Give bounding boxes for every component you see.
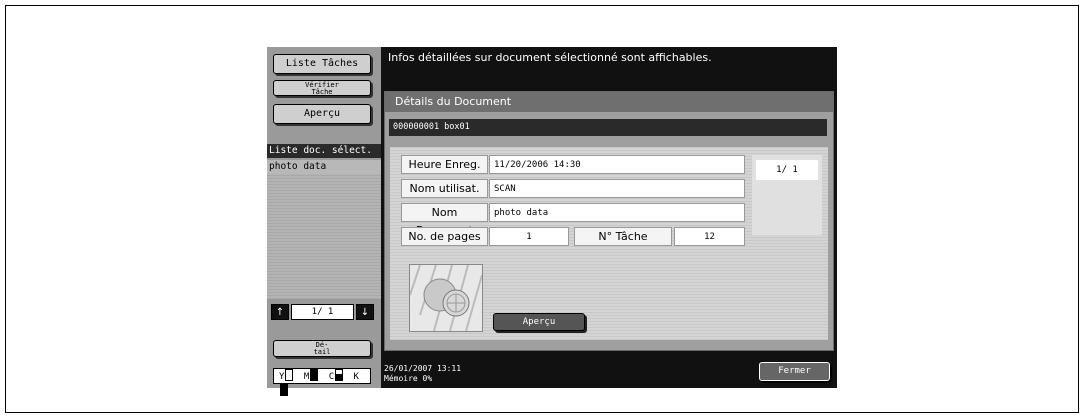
preview-button[interactable]: Aperçu bbox=[493, 313, 585, 331]
arrow-down-icon: ↓ bbox=[360, 307, 370, 318]
pages-value: 1 bbox=[489, 227, 569, 246]
details-area: Heure Enreg. 11/20/2006 14:30 Nom utilis… bbox=[390, 147, 828, 340]
verify-job-label-2: Tâche bbox=[311, 88, 333, 96]
document-thumbnail bbox=[409, 264, 483, 332]
doc-name-label: Nom Document bbox=[401, 203, 488, 237]
page-up-button[interactable]: ↑ bbox=[271, 304, 289, 320]
page-down-button[interactable]: ↓ bbox=[356, 304, 374, 320]
verify-job-button[interactable]: Vérifier Tâche bbox=[273, 80, 371, 96]
toner-k-label: K bbox=[353, 372, 359, 382]
selected-doc-list-header: Liste doc. sélect. bbox=[267, 144, 381, 158]
preview-button-left[interactable]: Aperçu bbox=[273, 104, 371, 124]
job-number-label: N° Tâche bbox=[574, 227, 672, 246]
toner-levels: Y M C K bbox=[273, 368, 371, 396]
user-name-label: Nom utilisat. bbox=[401, 179, 488, 198]
page-count: 1/ 1 bbox=[756, 160, 818, 180]
close-button[interactable]: Fermer bbox=[759, 362, 830, 381]
memory-usage: Mémoire 0% bbox=[384, 374, 433, 383]
saved-time-label: Heure Enreg. bbox=[401, 155, 488, 174]
thumbnail-image bbox=[409, 264, 483, 332]
user-name-value: SCAN bbox=[489, 179, 745, 198]
status-area: 26/01/2007 13:11 Mémoire 0% bbox=[384, 364, 461, 384]
date-time: 26/01/2007 13:11 bbox=[384, 364, 462, 373]
toner-c-label: C bbox=[328, 372, 335, 382]
toner-y-label: Y bbox=[279, 372, 285, 382]
page-indicator: 1/ 1 bbox=[291, 304, 354, 320]
toner-y-bar bbox=[285, 369, 294, 381]
job-list-button[interactable]: Liste Tâches bbox=[273, 54, 371, 74]
panel-title: Détails du Document bbox=[385, 92, 833, 112]
left-panel: Liste Tâches Vérifier Tâche Aperçu Liste… bbox=[267, 47, 381, 396]
detail-label-2: tail bbox=[313, 348, 331, 356]
list-item[interactable]: photo data bbox=[267, 160, 381, 174]
job-number-value: 12 bbox=[674, 227, 745, 246]
detail-button[interactable]: Dé- tail bbox=[273, 340, 371, 357]
page-count-box: 1/ 1 bbox=[752, 155, 822, 235]
pages-label: No. de pages bbox=[401, 227, 488, 246]
toner-k-bar bbox=[280, 384, 288, 396]
control-panel-screen: Liste Tâches Vérifier Tâche Aperçu Liste… bbox=[267, 47, 837, 396]
document-details-panel: Détails du Document 000000001 box01 Heur… bbox=[384, 91, 834, 351]
arrow-up-icon: ↑ bbox=[275, 307, 285, 318]
doc-name-value: photo data bbox=[489, 203, 745, 222]
toner-c-bar bbox=[335, 369, 344, 381]
saved-time-value: 11/20/2006 14:30 bbox=[489, 155, 745, 174]
info-message: Infos détaillées sur document sélectionn… bbox=[388, 51, 712, 64]
toner-m-label: M bbox=[303, 372, 310, 382]
box-info-bar: 000000001 box01 bbox=[389, 119, 827, 136]
list-area bbox=[267, 174, 381, 299]
toner-m-bar bbox=[310, 369, 319, 381]
